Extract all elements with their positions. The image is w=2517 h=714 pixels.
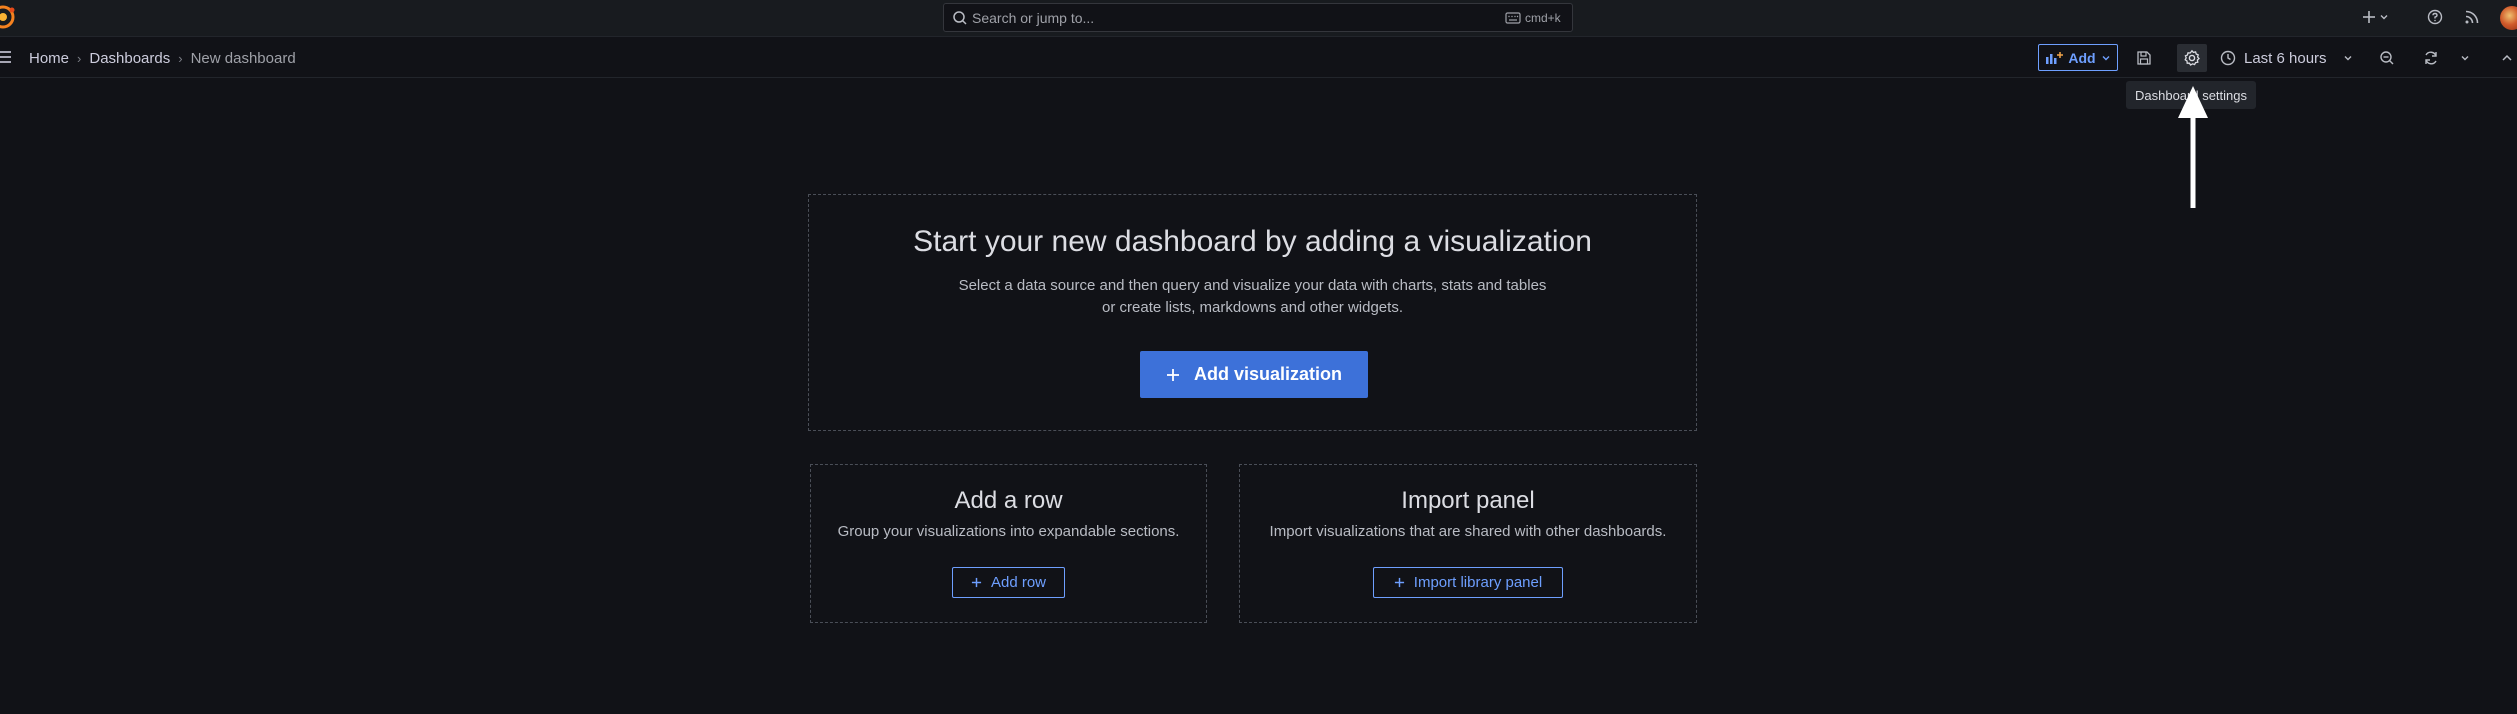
plus-icon xyxy=(1166,368,1179,381)
breadcrumb-separator: › xyxy=(178,51,183,66)
collapse-toolbar-button[interactable] xyxy=(2496,47,2517,69)
time-range-label: Last 6 hours xyxy=(2244,49,2327,67)
menu-icon[interactable] xyxy=(0,50,12,64)
dashboard-toolbar: Home › Dashboards › New dashboard Add La… xyxy=(0,38,2517,78)
empty-state-subtitle-line1: Select a data source and then query and … xyxy=(958,277,1547,294)
refresh-button[interactable] xyxy=(2420,47,2442,69)
user-avatar[interactable] xyxy=(2500,6,2517,30)
import-panel-title: Import panel xyxy=(1401,487,1535,514)
empty-state-subtitle: Select a data source and then query and … xyxy=(809,275,1696,319)
save-icon xyxy=(2137,51,2151,65)
time-range-picker[interactable]: Last 6 hours xyxy=(2220,47,2353,69)
add-row-button[interactable]: Add row xyxy=(952,567,1065,598)
chevron-down-icon xyxy=(2380,15,2388,20)
help-icon xyxy=(2427,9,2443,25)
keyboard-icon xyxy=(1505,12,1521,24)
breadcrumb: Home › Dashboards › New dashboard xyxy=(29,50,296,67)
add-row-button-label: Add row xyxy=(990,574,1047,591)
add-button[interactable]: Add xyxy=(2038,44,2118,71)
breadcrumb-separator: › xyxy=(77,51,82,66)
rss-icon xyxy=(2465,10,2479,24)
search-icon xyxy=(953,11,967,25)
plus-icon xyxy=(2363,11,2375,23)
add-row-title: Add a row xyxy=(954,487,1063,514)
chevron-down-icon xyxy=(2461,56,2469,61)
news-button[interactable] xyxy=(2462,7,2482,27)
gear-icon xyxy=(2184,49,2200,66)
empty-dashboard-panel: Start your new dashboard by adding a vis… xyxy=(808,194,1697,431)
top-nav-bar: Search or jump to... cmd+k xyxy=(0,0,2517,37)
plus-icon xyxy=(971,577,982,588)
import-panel-subtitle: Import visualizations that are shared wi… xyxy=(1269,523,1667,540)
refresh-icon xyxy=(2425,51,2437,65)
add-button-label: Add xyxy=(2068,49,2096,66)
search-input[interactable]: Search or jump to... cmd+k xyxy=(943,3,1573,32)
chevron-down-icon xyxy=(2102,55,2110,60)
empty-state-subtitle-line2: or create lists, markdowns and other wid… xyxy=(1102,299,1403,316)
add-visualization-label: Add visualization xyxy=(1193,364,1343,384)
empty-state-title: Start your new dashboard by adding a vis… xyxy=(913,225,1592,258)
import-panel-card: Import panel Import visualizations that … xyxy=(1239,464,1697,623)
plus-icon xyxy=(1394,577,1404,588)
arrow-up-icon xyxy=(2178,86,2208,208)
add-panel-icon xyxy=(2046,51,2064,64)
import-library-panel-label: Import library panel xyxy=(1413,574,1543,591)
chevron-down-icon xyxy=(2344,56,2352,61)
add-row-card: Add a row Group your visualizations into… xyxy=(810,464,1207,623)
breadcrumb-current: New dashboard xyxy=(190,50,296,67)
new-menu-button[interactable] xyxy=(2362,7,2394,27)
chevron-up-icon xyxy=(2502,54,2512,61)
save-button[interactable] xyxy=(2133,47,2155,69)
search-shortcut: cmd+k xyxy=(1525,11,1561,25)
help-button[interactable] xyxy=(2425,7,2445,27)
breadcrumb-home[interactable]: Home xyxy=(29,50,69,67)
add-row-subtitle: Group your visualizations into expandabl… xyxy=(837,523,1180,540)
dashboard-settings-button[interactable] xyxy=(2177,44,2207,72)
add-visualization-button[interactable]: Add visualization xyxy=(1140,351,1368,398)
refresh-interval-dropdown[interactable] xyxy=(2454,47,2476,69)
import-library-panel-button[interactable]: Import library panel xyxy=(1373,567,1563,598)
search-placeholder: Search or jump to... xyxy=(972,10,1095,26)
clock-icon xyxy=(2220,50,2236,66)
zoom-out-icon xyxy=(2380,51,2394,65)
zoom-out-button[interactable] xyxy=(2376,47,2398,69)
grafana-logo-icon[interactable] xyxy=(0,4,16,30)
breadcrumb-dashboards[interactable]: Dashboards xyxy=(89,50,170,67)
